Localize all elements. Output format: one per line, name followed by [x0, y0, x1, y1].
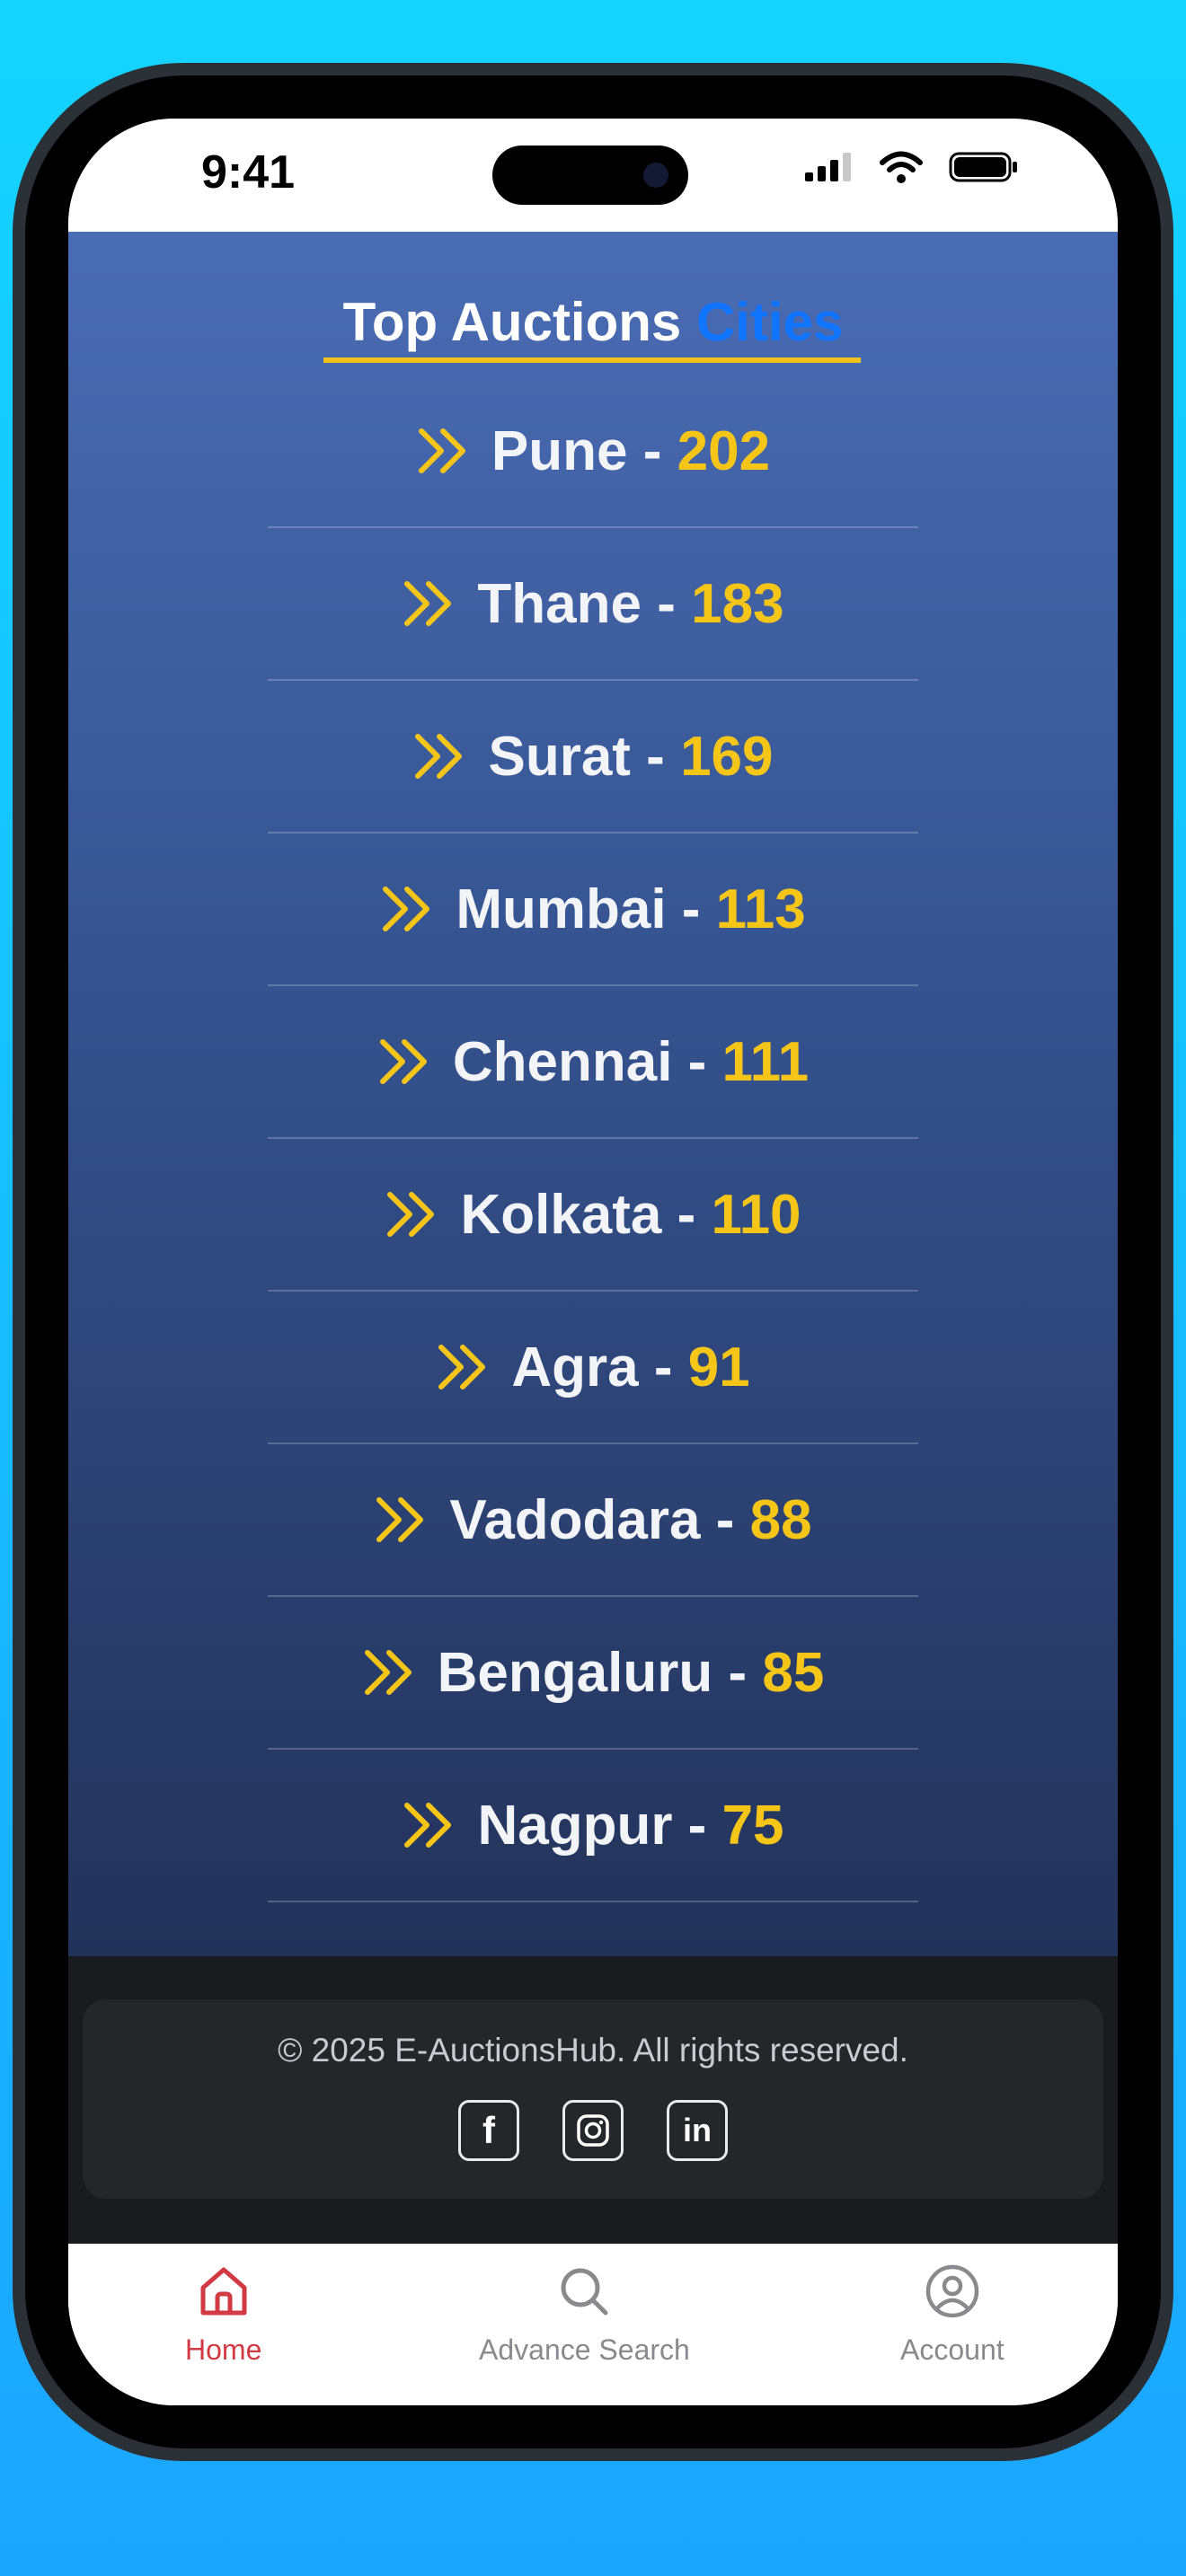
city-label: Kolkata - 110: [460, 1183, 801, 1247]
double-chevron-right-icon: [364, 1650, 412, 1695]
city-name: Mumbai: [456, 878, 667, 940]
signal-icon: [805, 153, 851, 181]
city-label: Chennai - 111: [453, 1030, 809, 1094]
nav-account-label: Account: [900, 2333, 1005, 2366]
city-label: Nagpur - 75: [477, 1794, 783, 1857]
nav-search-label: Advance Search: [479, 2333, 690, 2366]
city-row[interactable]: Agra - 91: [268, 1292, 918, 1444]
city-label: Vadodara - 88: [449, 1488, 811, 1552]
double-chevron-right-icon: [387, 1192, 435, 1237]
section-title: Top Auctions Cities: [68, 291, 1118, 353]
facebook-icon: f: [482, 2109, 495, 2151]
footer-card: © 2025 E-AuctionsHub. All rights reserve…: [83, 1999, 1103, 2199]
double-chevron-right-icon: [379, 1039, 427, 1084]
city-separator: -: [672, 1030, 722, 1093]
city-separator: -: [642, 572, 692, 635]
nav-home-label: Home: [185, 2333, 262, 2366]
linkedin-icon: in: [683, 2112, 712, 2148]
status-time: 9:41: [201, 146, 296, 198]
copyright-text: © 2025 E-AuctionsHub. All rights reserve…: [278, 2032, 908, 2069]
double-chevron-right-icon: [438, 1345, 486, 1389]
city-row[interactable]: Mumbai - 113: [268, 834, 918, 986]
city-name: Kolkata: [460, 1183, 662, 1246]
city-name: Pune: [491, 419, 628, 482]
city-name: Agra: [511, 1336, 639, 1398]
city-name: Chennai: [452, 1030, 673, 1093]
status-icons: [805, 151, 1019, 183]
facebook-link[interactable]: f: [458, 2100, 519, 2161]
device-frame: 9:41 Top Auctions Cities Pune - 202 Than…: [13, 63, 1173, 2461]
city-row[interactable]: Nagpur - 75: [268, 1750, 918, 1902]
city-name: Vadodara: [449, 1488, 701, 1551]
city-row[interactable]: Bengaluru - 85: [268, 1597, 918, 1750]
city-row[interactable]: Surat - 169: [268, 681, 918, 834]
double-chevron-right-icon: [404, 1803, 452, 1848]
camera-icon: [643, 163, 668, 188]
wifi-icon: [880, 151, 923, 183]
city-count: 202: [677, 419, 771, 482]
title-underline: [323, 357, 861, 363]
linkedin-link[interactable]: in: [667, 2100, 728, 2161]
footer: © 2025 E-AuctionsHub. All rights reserve…: [68, 1956, 1118, 2244]
nav-home[interactable]: Home: [185, 2263, 261, 2367]
status-bar: 9:41: [68, 119, 1118, 232]
double-chevron-right-icon: [383, 887, 430, 931]
double-chevron-right-icon: [418, 428, 465, 473]
instagram-icon: [577, 2114, 609, 2147]
section-title-main: Top Auctions: [342, 292, 682, 352]
city-count: 91: [687, 1336, 750, 1398]
nav-advance-search[interactable]: Advance Search: [479, 2263, 690, 2367]
city-row[interactable]: Thane - 183: [268, 528, 918, 681]
city-separator: -: [712, 1641, 763, 1704]
double-chevron-right-icon: [376, 1497, 424, 1542]
city-count: 75: [721, 1794, 784, 1857]
city-separator: -: [661, 1183, 712, 1246]
city-separator: -: [638, 1336, 688, 1398]
city-count: 113: [715, 878, 806, 940]
city-row[interactable]: Kolkata - 110: [268, 1139, 918, 1292]
city-count: 85: [762, 1641, 825, 1704]
city-separator: -: [700, 1488, 750, 1551]
section-title-accent: Cities: [695, 292, 844, 352]
city-name: Surat: [488, 725, 631, 788]
city-label: Agra - 91: [511, 1336, 749, 1399]
city-separator: -: [627, 419, 677, 482]
account-icon: [925, 2264, 979, 2318]
city-name: Nagpur: [477, 1794, 673, 1857]
app-screen: 9:41 Top Auctions Cities Pune - 202 Than…: [68, 119, 1118, 2405]
city-list: Pune - 202 Thane - 183 Surat - 169 Mumbai -…: [268, 375, 918, 1902]
instagram-link[interactable]: [562, 2100, 624, 2161]
city-row[interactable]: Chennai - 111: [268, 986, 918, 1139]
city-count: 111: [721, 1030, 810, 1093]
social-links: f in: [83, 2100, 1103, 2161]
city-separator: -: [666, 878, 716, 940]
double-chevron-right-icon: [404, 581, 452, 626]
city-label: Bengaluru - 85: [438, 1641, 825, 1705]
city-separator: -: [630, 725, 681, 788]
city-row[interactable]: Pune - 202: [268, 375, 918, 528]
city-count: 88: [749, 1488, 812, 1551]
city-count: 169: [680, 725, 774, 788]
home-icon: [200, 2267, 247, 2316]
city-name: Bengaluru: [437, 1641, 713, 1704]
city-name: Thane: [477, 572, 642, 635]
top-auction-cities-section: Top Auctions Cities Pune - 202 Thane - 18…: [68, 232, 1118, 1956]
city-label: Pune - 202: [491, 419, 770, 483]
search-icon: [561, 2268, 608, 2316]
bottom-nav: Home Advance Search Account: [68, 2244, 1118, 2405]
battery-icon: [949, 152, 1017, 182]
device-bezel: 9:41 Top Auctions Cities Pune - 202 Than…: [25, 75, 1161, 2448]
city-label: Surat - 169: [488, 725, 773, 789]
city-label: Thane - 183: [477, 572, 783, 636]
city-row[interactable]: Vadodara - 88: [268, 1444, 918, 1597]
double-chevron-right-icon: [415, 734, 463, 779]
dynamic-island: [492, 146, 688, 205]
nav-account[interactable]: Account: [900, 2263, 1005, 2367]
city-label: Mumbai - 113: [456, 878, 805, 941]
city-count: 183: [691, 572, 784, 635]
city-separator: -: [672, 1794, 722, 1857]
city-count: 110: [711, 1183, 801, 1246]
